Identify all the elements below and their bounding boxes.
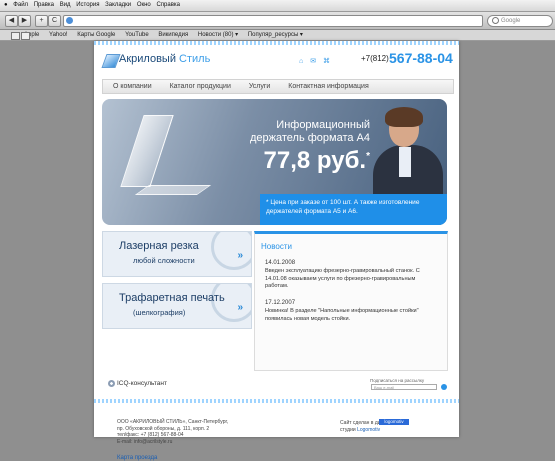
acrylic-holder-base	[134, 185, 212, 195]
subscribe-email-input[interactable]: Ваш e-mail	[371, 384, 437, 390]
arrow-icon[interactable]: »	[237, 250, 243, 261]
studio-link[interactable]: Logomotiv	[357, 427, 380, 433]
main-nav: О компании Каталог продукции Услуги Конт…	[102, 79, 454, 94]
company-info: ООО «АКРИЛОВЫЙ СТИЛЬ», Санкт-Петербург, …	[117, 419, 267, 445]
bookmark-youtube[interactable]: YouTube	[125, 30, 149, 40]
top-stripe	[94, 41, 459, 45]
nav-catalog[interactable]: Каталог продукции	[170, 80, 231, 93]
search-field[interactable]: Google	[487, 15, 553, 27]
promo-subtitle: (шелкография)	[133, 308, 186, 317]
subscribe-label: Подписаться на рассылку	[370, 378, 425, 383]
bookmarks-bar: Apple Yahoo! Карты Google YouTube Википе…	[0, 30, 555, 41]
studio-prefix: студии	[340, 427, 358, 433]
banner-price-value: 77,8 руб.	[263, 147, 367, 174]
bookmarks-book-icon[interactable]	[11, 32, 20, 40]
acrylic-holder-image	[120, 115, 174, 187]
menu-window[interactable]: Окно	[137, 0, 151, 11]
phone-number: 567-88-04	[389, 50, 453, 66]
news-date: 17.12.2007	[265, 300, 296, 306]
studio-badge[interactable]: logomotiv	[379, 419, 409, 425]
search-placeholder: Google	[501, 18, 521, 24]
reload-button[interactable]: C	[48, 15, 61, 27]
top-sites-grid-icon[interactable]	[21, 32, 30, 40]
bottom-stripe	[94, 399, 459, 403]
promo-subtitle: любой сложности	[133, 256, 195, 265]
bookmark-news[interactable]: Новости (80) ▾	[198, 30, 238, 40]
menu-view[interactable]: Вид	[60, 0, 71, 11]
news-text: Введен эксплуатацию фрезерно-гравироваль…	[265, 268, 420, 289]
back-button[interactable]: ◀	[5, 15, 18, 27]
banner-title: Информационный держатель формата А4	[200, 119, 370, 145]
promo-banner[interactable]: Информационный держатель формата А4 77,8…	[102, 99, 447, 225]
subscribe-submit-icon[interactable]	[441, 384, 447, 390]
home-icon[interactable]: ⌂	[299, 58, 303, 65]
sitemap-icon[interactable]: ⌘	[323, 58, 330, 65]
news-date: 14.01.2008	[265, 260, 296, 266]
laser-cutting-promo[interactable]: Лазерная резка любой сложности »	[102, 231, 252, 277]
news-text: Новинка! В разделе "Напольные информацио…	[265, 308, 419, 322]
add-bookmark-button[interactable]: +	[35, 15, 48, 27]
logo-accent: Стиль	[179, 53, 211, 65]
banner-title-line1: Информационный	[276, 119, 370, 131]
promo-title: Трафаретная печать	[119, 292, 225, 304]
nav-services[interactable]: Услуги	[249, 80, 271, 93]
phone-code: +7(812)	[361, 54, 389, 63]
search-icon	[492, 16, 499, 24]
site-logo[interactable]: Акриловый Стиль	[119, 53, 210, 65]
company-email[interactable]: E-mail: info@acrilstyle.ru	[117, 439, 267, 446]
logo-main: Акриловый	[119, 53, 180, 65]
person-shirt	[399, 147, 411, 177]
menu-history[interactable]: История	[76, 0, 99, 11]
menu-bookmarks[interactable]: Закладки	[105, 0, 131, 11]
address-bar[interactable]	[63, 15, 483, 27]
news-panel: Новости 14.01.2008 Введен эксплуатацию ф…	[254, 231, 448, 371]
apple-menu-icon[interactable]: ●	[4, 0, 8, 11]
banner-note: * Цена при заказе от 100 шт. А также изг…	[260, 194, 447, 225]
screen-printing-promo[interactable]: Трафаретная печать (шелкография) »	[102, 283, 252, 329]
browser-toolbar: ◀ ▶ + C Google	[0, 12, 555, 30]
banner-title-line2: держатель формата А4	[249, 132, 370, 144]
arrow-icon[interactable]: »	[237, 302, 243, 313]
forward-button[interactable]: ▶	[18, 15, 31, 27]
person-hair	[385, 107, 423, 127]
logo-icon[interactable]	[101, 54, 121, 68]
icq-label: ICQ-консультант	[117, 380, 167, 388]
promo-decoration	[211, 232, 251, 270]
icq-flower-icon	[108, 380, 115, 387]
promo-title: Лазерная резка	[119, 240, 199, 252]
mail-icon[interactable]: ✉	[310, 58, 316, 65]
bookmark-popular[interactable]: Популяр_ресурсы ▾	[248, 30, 303, 40]
bookmark-yahoo[interactable]: Yahoo!	[49, 30, 68, 40]
banner-price: 77,8 руб.*	[230, 147, 370, 175]
app-menubar: ● Файл Правка Вид История Закладки Окно …	[0, 0, 555, 12]
icq-consultant[interactable]: ICQ-консультант	[108, 380, 167, 387]
map-link[interactable]: Карта проезда	[117, 455, 157, 461]
menu-edit[interactable]: Правка	[34, 0, 54, 11]
menu-help[interactable]: Справка	[156, 0, 180, 11]
web-page: Акриловый Стиль ⌂ ✉ ⌘ +7(812) 567-88-04 …	[94, 41, 459, 461]
nav-about[interactable]: О компании	[113, 80, 152, 93]
top-icons: ⌂ ✉ ⌘	[299, 57, 335, 65]
bookmark-wikipedia[interactable]: Википедия	[158, 30, 188, 40]
bookmark-google-maps[interactable]: Карты Google	[77, 30, 115, 40]
nav-contacts[interactable]: Контактная информация	[288, 80, 368, 93]
globe-icon	[66, 17, 73, 24]
menu-file[interactable]: Файл	[13, 0, 28, 11]
news-heading[interactable]: Новости	[261, 242, 292, 251]
banner-price-mark: *	[366, 151, 370, 162]
